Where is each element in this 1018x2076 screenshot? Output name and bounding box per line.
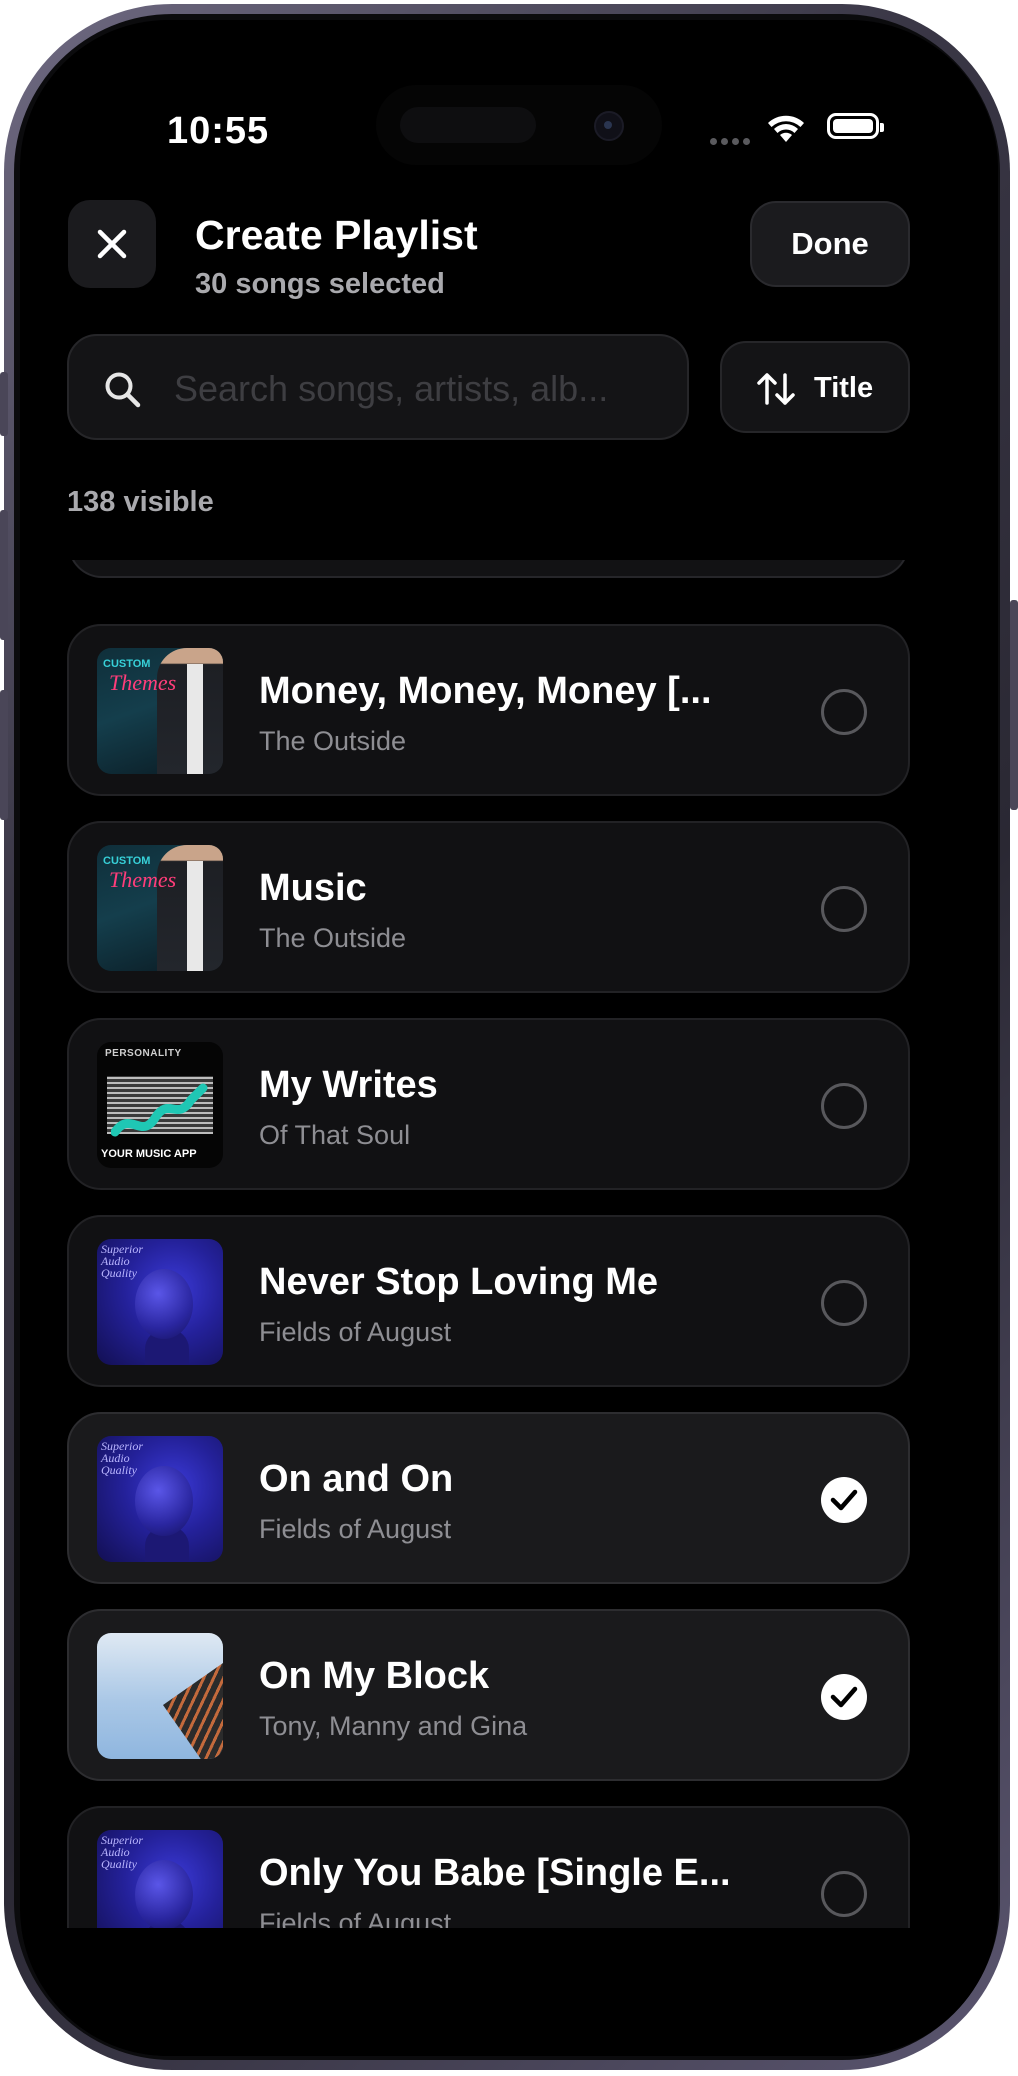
close-icon — [97, 229, 127, 259]
battery-icon — [827, 113, 884, 139]
song-row[interactable]: Superior Audio Quality Never Stop Loving… — [67, 1215, 910, 1387]
song-title: Only You Babe [Single E... — [259, 1852, 731, 1894]
album-art: CUSTOM Themes — [97, 845, 223, 971]
album-art: Superior Audio Quality — [97, 1830, 223, 1928]
search-field[interactable] — [67, 334, 689, 440]
power-button — [1010, 600, 1018, 810]
status-bar: 10:55 — [20, 20, 998, 220]
sort-label: Title — [814, 372, 874, 404]
song-artist: Fields of August — [259, 1514, 452, 1544]
search-icon — [105, 372, 141, 408]
song-artist: Of That Soul — [259, 1120, 411, 1150]
song-row[interactable]: On My Block Tony, Manny and Gina — [67, 1609, 910, 1781]
album-art: Superior Audio Quality — [97, 1436, 223, 1562]
song-title: On My Block — [259, 1655, 490, 1697]
song-row[interactable]: CUSTOM Themes Money, Money, Money [... Th… — [67, 624, 910, 796]
song-artist: Fields of August — [259, 1908, 452, 1928]
album-art: CUSTOM Themes — [97, 648, 223, 774]
search-input[interactable] — [172, 358, 666, 420]
visible-count: 138 visible — [67, 486, 214, 518]
song-title: Music — [259, 867, 367, 909]
song-artist: The Outside — [259, 726, 407, 756]
sort-arrows-icon — [757, 373, 795, 405]
selected-checkmark[interactable] — [821, 1674, 867, 1720]
checkmark-icon — [830, 1489, 858, 1511]
page-title: Create Playlist — [195, 212, 478, 258]
screen: 10:55 Create Playlist 30 songs selected … — [20, 20, 998, 2056]
select-circle[interactable] — [821, 689, 867, 735]
select-circle[interactable] — [821, 1871, 867, 1917]
song-list[interactable]: CUSTOM Themes Money, Money, Money [... Th… — [20, 560, 998, 1928]
checkmark-icon — [830, 1686, 858, 1708]
signal-dots-icon — [710, 132, 754, 150]
select-circle[interactable] — [821, 1280, 867, 1326]
song-row[interactable]: CUSTOM Themes Music The Outside — [67, 821, 910, 993]
wifi-icon — [768, 115, 804, 142]
song-row[interactable]: Superior Audio Quality On and On Fields … — [67, 1412, 910, 1584]
song-artist: Tony, Manny and Gina — [259, 1711, 528, 1741]
album-art — [97, 1633, 223, 1759]
selected-count: 30 songs selected — [195, 268, 445, 300]
bottom-safe-area — [20, 1928, 998, 2056]
dynamic-island — [376, 85, 662, 165]
album-art: Superior Audio Quality — [97, 1239, 223, 1365]
volume-down-button — [0, 690, 8, 820]
close-button[interactable] — [68, 200, 156, 288]
song-row[interactable]: Superior Audio Quality Only You Babe [Si… — [67, 1806, 910, 1928]
album-art: PERSONALITY YOUR MUSIC APP — [97, 1042, 223, 1168]
status-time: 10:55 — [167, 110, 270, 152]
song-artist: The Outside — [259, 923, 407, 953]
volume-up-button — [0, 510, 8, 640]
song-artist: Fields of August — [259, 1317, 452, 1347]
sort-button[interactable]: Title — [720, 341, 910, 433]
action-button — [0, 372, 8, 436]
select-circle[interactable] — [821, 1083, 867, 1129]
song-row[interactable]: PERSONALITY YOUR MUSIC APP My Writes Of … — [67, 1018, 910, 1190]
front-camera — [594, 111, 624, 141]
list-item-partial[interactable] — [68, 560, 909, 578]
done-button[interactable]: Done — [750, 201, 910, 287]
song-title: On and On — [259, 1458, 454, 1500]
song-title: My Writes — [259, 1064, 438, 1106]
island-sensor — [400, 107, 536, 143]
song-title: Money, Money, Money [... — [259, 670, 712, 712]
song-title: Never Stop Loving Me — [259, 1261, 659, 1303]
selected-checkmark[interactable] — [821, 1477, 867, 1523]
select-circle[interactable] — [821, 886, 867, 932]
